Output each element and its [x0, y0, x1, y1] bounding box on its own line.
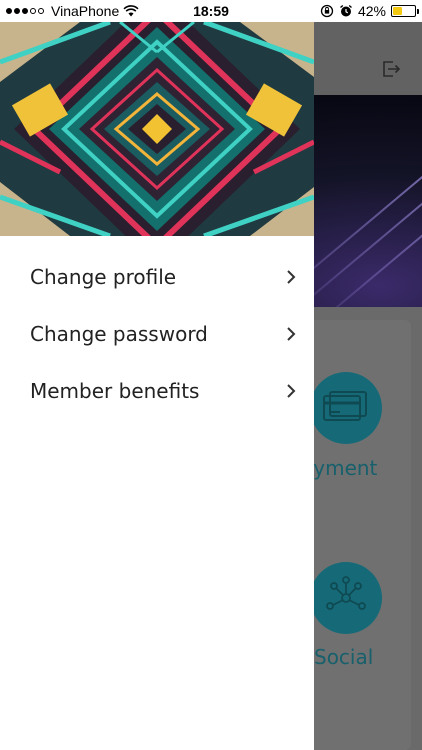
alarm-icon [340, 4, 352, 17]
chevron-right-icon [287, 383, 296, 398]
side-drawer: Change profile Change password Member be… [0, 22, 314, 750]
menu-item-change-password[interactable]: Change password [0, 305, 314, 362]
network-icon [326, 576, 366, 610]
orientation-lock-icon [320, 4, 334, 18]
menu-item-label: Change password [30, 321, 208, 346]
geometric-pattern-image [0, 22, 314, 236]
social-tile-label: Social [314, 645, 374, 669]
battery-level [393, 7, 402, 15]
battery-icon [391, 5, 419, 17]
chevron-right-icon [287, 269, 296, 284]
menu-item-member-benefits[interactable]: Member benefits [0, 362, 314, 419]
social-tile-button[interactable] [310, 562, 382, 634]
status-right: 42% [320, 3, 419, 19]
chevron-right-icon [287, 326, 296, 341]
logout-icon[interactable] [380, 58, 402, 80]
menu-item-label: Change profile [30, 264, 177, 289]
payment-tile-button[interactable] [310, 372, 382, 444]
credit-card-icon [323, 391, 367, 421]
menu-item-change-profile[interactable]: Change profile [0, 248, 314, 305]
drawer-menu: Change profile Change password Member be… [0, 248, 314, 419]
drawer-header-artwork [0, 22, 314, 236]
battery-percent: 42% [357, 3, 386, 19]
menu-item-label: Member benefits [30, 378, 200, 403]
status-bar: VinaPhone 18:59 42% [0, 0, 422, 22]
